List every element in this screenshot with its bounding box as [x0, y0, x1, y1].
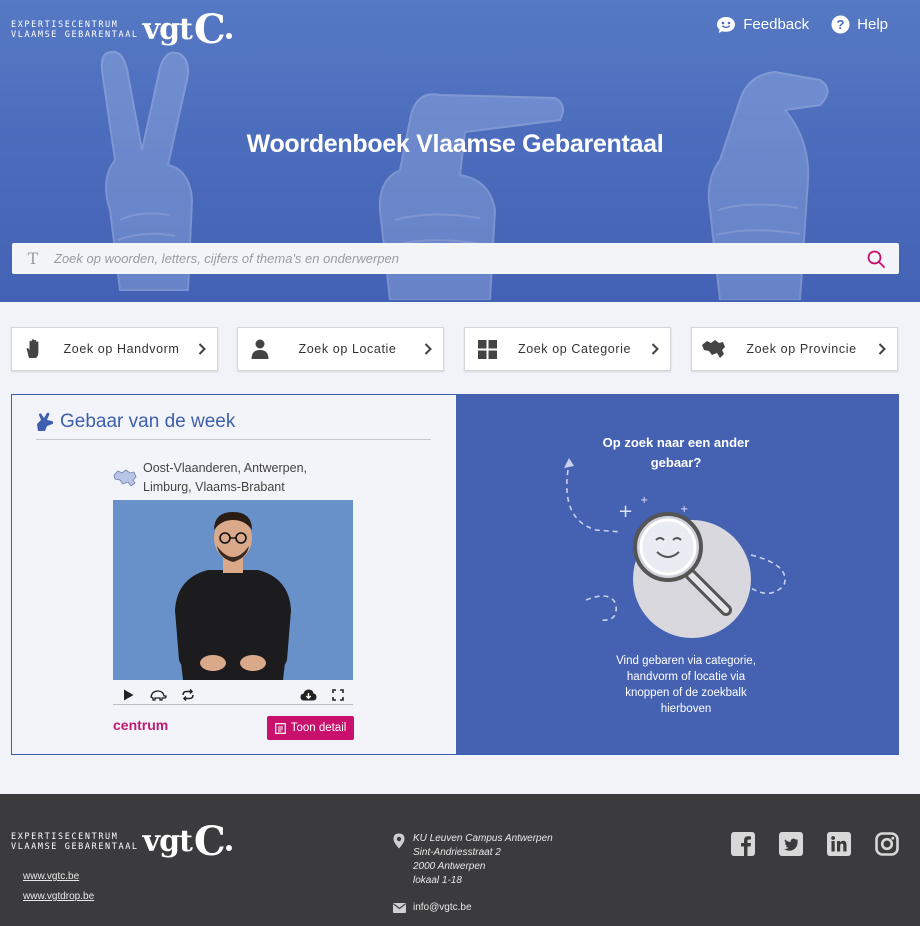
- footer: EXPERTISECENTRUM VLAAMSE GEBARENTAAL vgt…: [0, 794, 920, 926]
- svg-text:+: +: [680, 504, 688, 515]
- region-line2: Limburg, Vlaams-Brabant: [143, 480, 285, 494]
- footer-link-vgtc[interactable]: www.vgtc.be: [23, 871, 79, 882]
- instagram-icon: [875, 832, 899, 856]
- grid-icon: [477, 339, 497, 359]
- promo-text-line1: Vind gebaren via categorie,: [616, 655, 756, 667]
- smiley-chat-icon: [717, 16, 736, 33]
- sign-word: centrum: [113, 717, 169, 733]
- loop-button[interactable]: [173, 688, 203, 701]
- map-belgium-icon: [702, 340, 725, 358]
- address: KU Leuven Campus Antwerpen Sint-Andriess…: [413, 832, 553, 888]
- help-label: Help: [857, 16, 888, 33]
- chevron-right-icon: [878, 343, 886, 355]
- feedback-label: Feedback: [743, 16, 810, 33]
- signer-person-image: [175, 512, 291, 680]
- week-heading: Gebaar van de week: [36, 411, 235, 433]
- email-link[interactable]: info@vgtc.be: [413, 902, 472, 913]
- play-button[interactable]: [113, 689, 143, 701]
- logo-line1: EXPERTISECENTRUM: [11, 19, 119, 30]
- svg-text:?: ?: [837, 17, 845, 32]
- logo-line1: EXPERTISECENTRUM: [11, 831, 119, 842]
- promo-text-line4: hierboven: [660, 703, 712, 715]
- magnifier-illustration: + + +: [564, 458, 786, 638]
- linkedin-icon: [827, 832, 851, 856]
- logo-c: C: [193, 817, 226, 865]
- promo-text: Vind gebaren via categorie, handvorm of …: [561, 653, 811, 717]
- week-title: Gebaar van de week: [60, 411, 236, 432]
- show-detail-button[interactable]: Toon detail: [267, 716, 354, 740]
- footer-link-vgtdrop[interactable]: www.vgtdrop.be: [23, 891, 94, 902]
- vgtc-logo[interactable]: EXPERTISECENTRUM VLAAMSE GEBARENTAAL vgt…: [11, 5, 232, 53]
- page-title: Woordenboek Vlaamse Gebarentaal: [246, 130, 664, 158]
- search-input[interactable]: [54, 251, 853, 266]
- document-icon: [274, 722, 286, 734]
- person-icon: [251, 339, 269, 359]
- nav-label: Zoek op Provincie: [746, 342, 857, 356]
- cloud-download-icon: [300, 689, 316, 700]
- download-button[interactable]: [293, 689, 323, 701]
- promo-text-line3: knoppen of de zoekbalk: [625, 687, 747, 699]
- chevron-right-icon: [651, 343, 659, 355]
- top-links: Feedback ? Help: [716, 15, 888, 34]
- show-detail-label: Toon detail: [290, 722, 347, 734]
- fullscreen-button[interactable]: [323, 688, 353, 701]
- twitter-link[interactable]: [779, 832, 803, 856]
- sign-of-week-card: Gebaar van de week Oost-Vlaanderen, Antw…: [11, 394, 899, 755]
- address-line: Sint-Andriesstraat 2: [413, 847, 501, 858]
- nav-button-handvorm[interactable]: Zoek op Handvorm: [11, 327, 218, 371]
- fullscreen-icon: [332, 688, 344, 701]
- chevron-right-icon: [198, 343, 206, 355]
- svg-text:+: +: [618, 501, 633, 522]
- nav-button-provincie[interactable]: Zoek op Provincie: [691, 327, 898, 371]
- search-icon: [867, 250, 885, 268]
- logo-line2: VLAAMSE GEBARENTAAL: [11, 29, 139, 40]
- hand-icon: [26, 339, 39, 358]
- svg-text:+: +: [640, 495, 648, 506]
- facebook-link[interactable]: [731, 832, 755, 856]
- logo-dot: [225, 33, 232, 39]
- nav-button-locatie[interactable]: Zoek op Locatie: [237, 327, 444, 371]
- facebook-icon: [731, 832, 755, 856]
- signing-hands-icon: [37, 412, 54, 431]
- search-bar: T: [12, 243, 899, 274]
- help-link[interactable]: ? Help: [831, 15, 888, 34]
- province-map-icon: [113, 469, 137, 487]
- logo-vgt: vgt: [142, 12, 193, 47]
- logo-vgt: vgt: [142, 824, 193, 859]
- nav-label: Zoek op Locatie: [298, 342, 397, 356]
- address-line: 2000 Antwerpen: [413, 861, 486, 872]
- region-info: Oost-Vlaanderen, Antwerpen, Limburg, Vla…: [113, 459, 307, 497]
- slow-motion-button[interactable]: [143, 689, 173, 701]
- search-button[interactable]: [853, 250, 899, 268]
- logo-c: C: [193, 5, 226, 53]
- logo-line2: VLAAMSE GEBARENTAAL: [11, 841, 139, 852]
- address-line: KU Leuven Campus Antwerpen: [413, 833, 553, 844]
- text-type-icon: T: [27, 249, 39, 268]
- promo-text-line2: handvorm of locatie via: [626, 671, 746, 683]
- logo-dot: [225, 845, 232, 851]
- header-banner: EXPERTISECENTRUM VLAAMSE GEBARENTAAL vgt…: [0, 0, 920, 302]
- repeat-icon: [182, 688, 194, 701]
- nav-button-categorie[interactable]: Zoek op Categorie: [464, 327, 671, 371]
- region-line1: Oost-Vlaanderen, Antwerpen,: [143, 461, 307, 475]
- feedback-link[interactable]: Feedback: [716, 15, 809, 34]
- address-line: lokaal 1-18: [413, 875, 462, 886]
- mail-icon: [393, 903, 406, 913]
- twitter-icon: [779, 832, 803, 856]
- question-circle-icon: ?: [831, 15, 850, 34]
- play-icon: [123, 689, 133, 700]
- video-controls: [113, 685, 353, 705]
- location-pin-icon: [393, 833, 405, 849]
- search-promo-panel: Op zoek naar een ander gebaar? + + + Vin…: [456, 395, 899, 754]
- divider: [36, 439, 431, 440]
- sign-video[interactable]: [113, 500, 353, 680]
- turtle-icon: [150, 689, 167, 701]
- linkedin-link[interactable]: [827, 832, 851, 856]
- nav-label: Zoek op Categorie: [517, 342, 632, 356]
- instagram-link[interactable]: [875, 832, 899, 856]
- footer-vgtc-logo[interactable]: EXPERTISECENTRUM VLAAMSE GEBARENTAAL vgt…: [11, 817, 232, 865]
- nav-label: Zoek op Handvorm: [63, 342, 180, 356]
- chevron-right-icon: [424, 343, 432, 355]
